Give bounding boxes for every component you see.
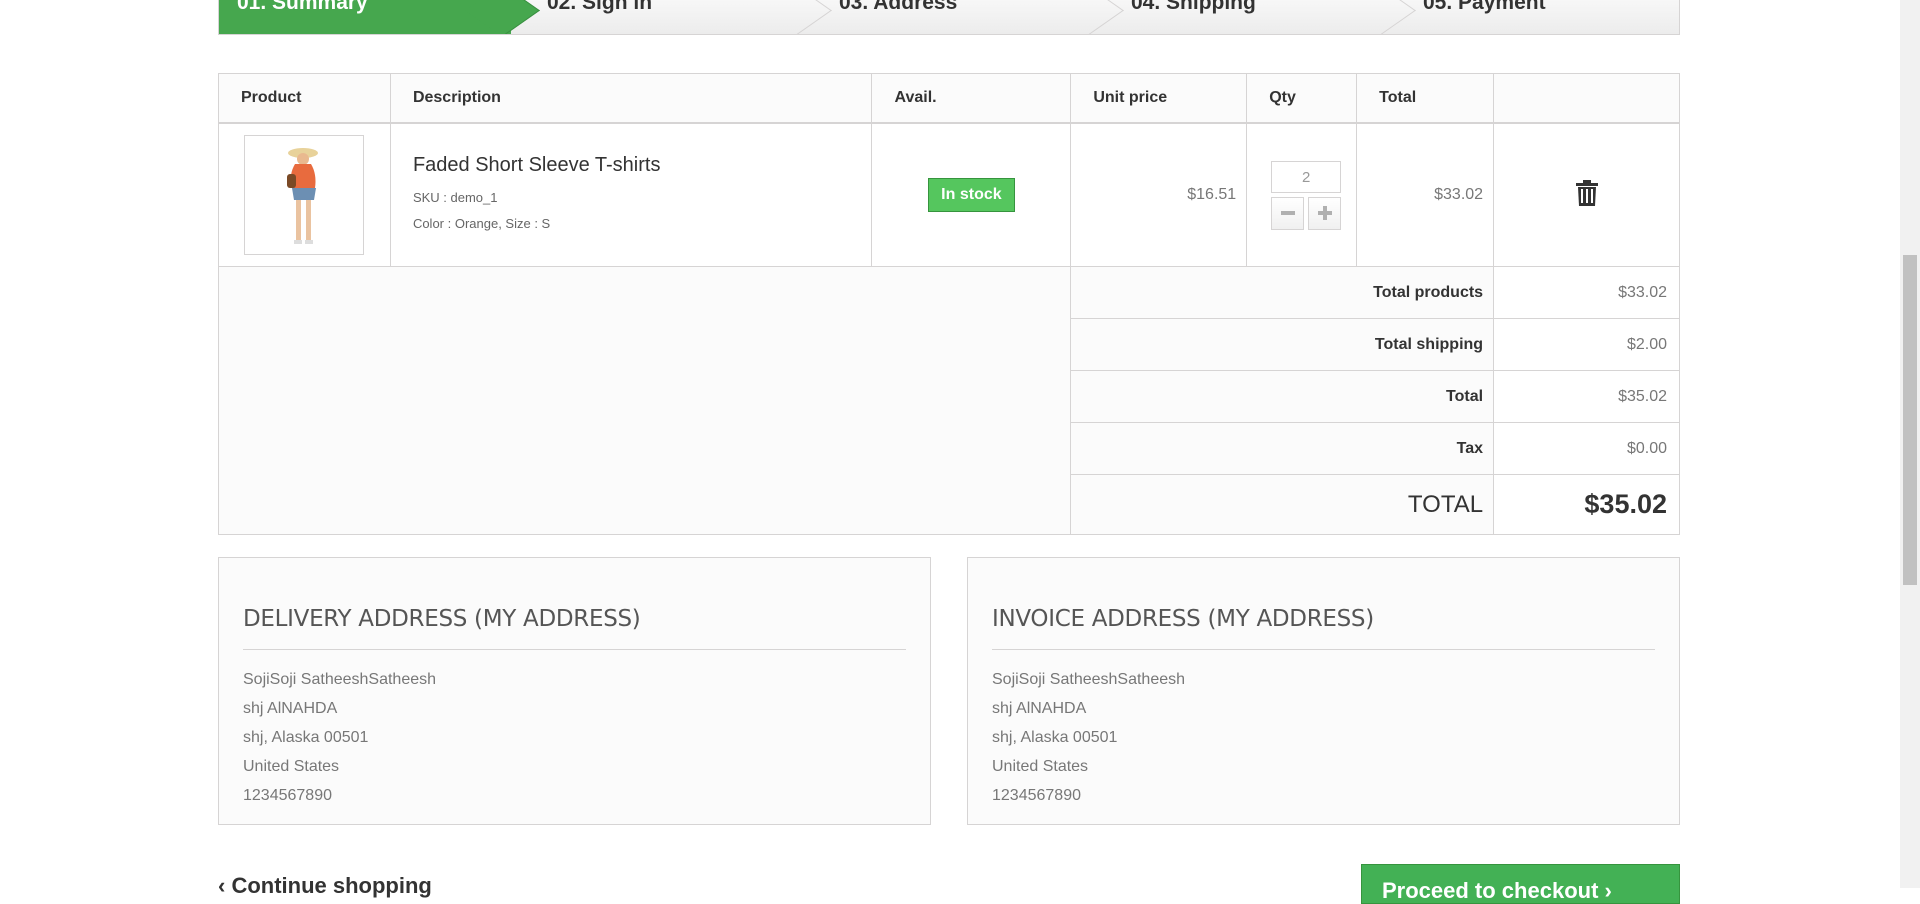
address-line: SojiSoji SatheeshSatheesh	[243, 671, 437, 688]
col-header-qty: Qty	[1246, 73, 1358, 124]
proceed-to-checkout-button[interactable]: Proceed to checkout ›	[1361, 864, 1680, 904]
total-shipping-label: Total shipping	[1070, 318, 1495, 371]
step-label: 02. Sign in	[547, 0, 653, 14]
step-payment[interactable]: 05. Payment	[1387, 0, 1679, 34]
step-label: 01. Summary	[237, 0, 368, 14]
scrollbar-thumb[interactable]	[1903, 255, 1917, 585]
step-label: 04. Shipping	[1131, 0, 1256, 14]
quantity-decrease-button[interactable]	[1271, 196, 1305, 230]
step-label: 05. Payment	[1423, 0, 1546, 14]
col-header-actions	[1493, 73, 1680, 124]
invoice-address-title: INVOICE ADDRESS (MY ADDRESS)	[992, 558, 1655, 650]
availability-cell: In stock	[871, 122, 1072, 267]
total-shipping-value: $2.00	[1493, 318, 1680, 371]
delivery-address-box: DELIVERY ADDRESS (MY ADDRESS) SojiSoji S…	[218, 557, 931, 825]
chevron-left-icon: ‹	[218, 873, 226, 898]
quantity-input[interactable]: 2	[1271, 160, 1342, 193]
continue-shopping-link[interactable]: ‹ Continue shopping	[218, 873, 432, 899]
product-cell	[218, 122, 391, 267]
total-products-row: Total products $33.02	[217, 266, 1680, 535]
invoice-address-box: INVOICE ADDRESS (MY ADDRESS) SojiSoji Sa…	[967, 557, 1680, 825]
product-image[interactable]	[244, 135, 365, 255]
table-row: Faded Short Sleeve T-shirts SKU : demo_1…	[218, 122, 1680, 267]
totals-spacer	[217, 266, 1072, 535]
col-header-unit-price: Unit price	[1070, 73, 1248, 124]
col-header-product: Product	[218, 73, 391, 124]
in-stock-badge: In stock	[928, 178, 1015, 212]
address-line: United States	[992, 758, 1089, 775]
invoice-address-lines: SojiSoji SatheeshSatheesh shj AlNAHDA sh…	[992, 665, 1655, 810]
plus-icon	[1317, 206, 1332, 220]
col-header-total: Total	[1356, 73, 1495, 124]
delivery-address-title: DELIVERY ADDRESS (MY ADDRESS)	[243, 558, 906, 650]
qty-cell: 2	[1246, 122, 1358, 267]
col-header-description: Description	[389, 73, 873, 124]
tax-value: $0.00	[1493, 422, 1680, 475]
address-line: shj AlNAHDA	[992, 700, 1087, 717]
address-line: shj AlNAHDA	[243, 700, 338, 717]
minus-icon	[1280, 211, 1295, 215]
address-line: shj, Alaska 00501	[992, 729, 1118, 746]
address-line: 1234567890	[243, 787, 332, 804]
total-value: $35.02	[1493, 370, 1680, 423]
step-sign-in[interactable]: 02. Sign in	[511, 0, 803, 34]
cart-summary-table: Product Description Avail. Unit price Qt…	[217, 73, 1680, 535]
step-address[interactable]: 03. Address	[803, 0, 1095, 34]
address-line: shj, Alaska 00501	[243, 729, 369, 746]
address-line: United States	[243, 758, 340, 775]
step-shipping[interactable]: 04. Shipping	[1095, 0, 1387, 34]
checkout-steps: 01. Summary 02. Sign in 03. Address 04. …	[218, 0, 1680, 35]
page-scrollbar[interactable]	[1900, 0, 1920, 888]
tax-label: Tax	[1070, 422, 1495, 475]
total-products-value: $33.02	[1493, 266, 1680, 319]
unit-price: $16.51	[1070, 122, 1248, 267]
product-photo-icon	[287, 148, 319, 244]
product-attributes: Color : Orange, Size : S	[412, 215, 551, 231]
delete-item-button[interactable]	[1575, 179, 1598, 210]
total-label: Total	[1070, 370, 1495, 423]
description-cell: Faded Short Sleeve T-shirts SKU : demo_1…	[389, 122, 873, 267]
order-page: 01. Summary 02. Sign in 03. Address 04. …	[0, 0, 1900, 904]
chevron-right-icon: ›	[1604, 878, 1612, 903]
product-sku: SKU : demo_1	[412, 189, 498, 205]
proceed-label: Proceed to checkout	[1382, 878, 1599, 903]
continue-shopping-label: Continue shopping	[231, 873, 432, 898]
quantity-increase-button[interactable]	[1308, 196, 1342, 230]
grand-total-label: TOTAL	[1070, 474, 1495, 535]
product-name-link[interactable]: Faded Short Sleeve T-shirts	[413, 154, 871, 177]
line-total: $33.02	[1356, 122, 1495, 267]
grand-total-value: $35.02	[1493, 474, 1680, 535]
step-summary[interactable]: 01. Summary	[219, 0, 511, 34]
trash-icon	[1575, 179, 1598, 206]
delivery-address-lines: SojiSoji SatheeshSatheesh shj AlNAHDA sh…	[243, 665, 906, 810]
address-line: SojiSoji SatheeshSatheesh	[992, 671, 1186, 688]
delete-cell	[1493, 122, 1680, 267]
address-line: 1234567890	[992, 787, 1081, 804]
col-header-availability: Avail.	[871, 73, 1072, 124]
total-products-label: Total products	[1070, 266, 1495, 319]
table-header-row: Product Description Avail. Unit price Qt…	[218, 73, 1680, 124]
step-label: 03. Address	[839, 0, 958, 14]
